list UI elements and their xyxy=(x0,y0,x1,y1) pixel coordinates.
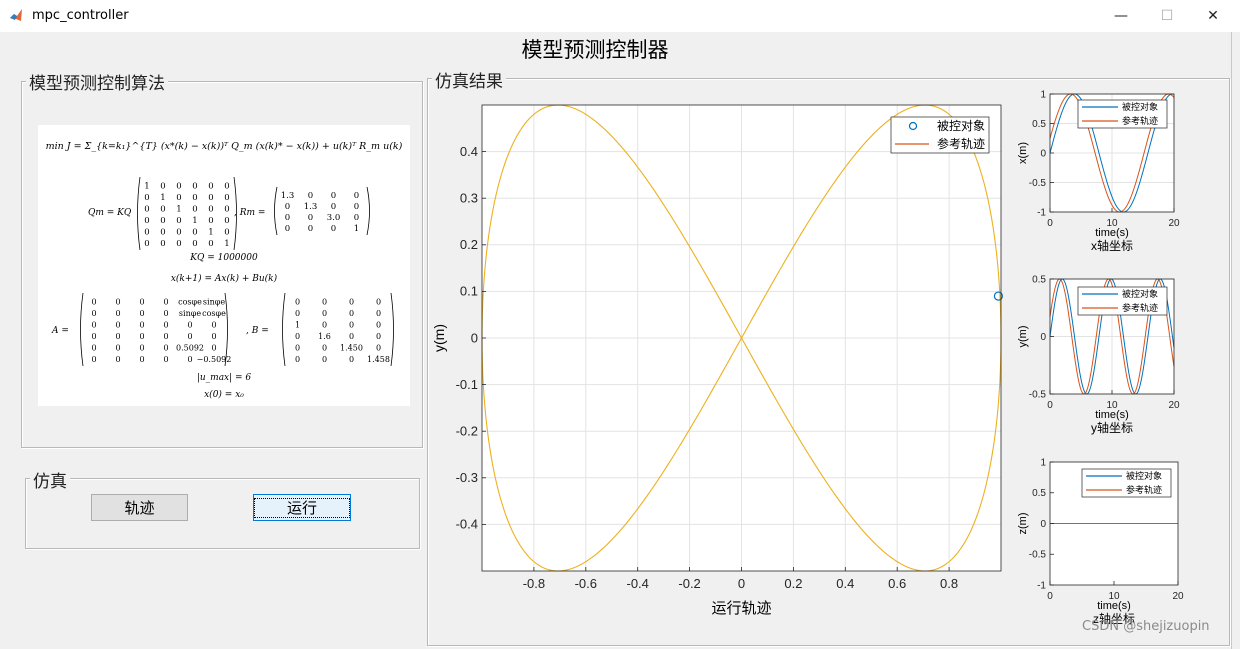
y-tick-label: 0.1 xyxy=(460,284,478,299)
y-tick-label: -1 xyxy=(1037,580,1046,591)
x-tick-label: 0.8 xyxy=(940,576,958,591)
csdn-watermark: CSDN @shejizuopin xyxy=(1082,619,1210,634)
x-tick-label: 20 xyxy=(1168,218,1180,229)
y-tick-label: 0.4 xyxy=(460,144,478,159)
legend-label: 被控对象 xyxy=(1126,470,1162,481)
legend-label: 参考轨迹 xyxy=(1122,302,1158,313)
x-tick-label: 0.4 xyxy=(836,576,854,591)
y-tick-label: 0.5 xyxy=(1032,119,1046,130)
x-tick-label: 0 xyxy=(1047,400,1053,411)
y-tick-label: 0 xyxy=(1040,148,1046,159)
x-tick-label: 0 xyxy=(1047,218,1053,229)
y-tick-label: 0.3 xyxy=(460,191,478,206)
x-axis-label: 运行轨迹 xyxy=(711,600,771,617)
y-tick-label: 1 xyxy=(1040,89,1046,100)
x-tick-label: 0 xyxy=(738,576,745,591)
y-tick-label: -0.3 xyxy=(456,470,478,485)
subplot-title: x轴坐标 xyxy=(1091,238,1133,253)
y-tick-label: 0 xyxy=(471,330,478,345)
y-tick-label: 0.5 xyxy=(1032,488,1046,499)
y-tick-label: -1 xyxy=(1037,207,1046,218)
legend-label: 被控对象 xyxy=(1122,288,1158,299)
y-tick-label: -0.1 xyxy=(456,377,478,392)
y-tick-label: 1 xyxy=(1040,457,1046,468)
subplot-title: y轴坐标 xyxy=(1091,420,1133,435)
legend-label: 参考轨迹 xyxy=(1126,484,1162,495)
y-axis-label: y(m) xyxy=(1017,326,1029,348)
x-tick-label: 20 xyxy=(1172,591,1184,602)
y-tick-label: -0.4 xyxy=(456,517,478,532)
y-axis-label: z(m) xyxy=(1017,513,1029,535)
x-tick-label: -0.2 xyxy=(678,576,700,591)
legend-label: 被控对象 xyxy=(1122,101,1158,112)
y-tick-label: -0.5 xyxy=(1029,550,1047,561)
y-tick-label: 0.5 xyxy=(1032,274,1046,285)
x-tick-label: 0.2 xyxy=(784,576,802,591)
y-tick-label: -0.5 xyxy=(1029,178,1047,189)
x-tick-label: -0.4 xyxy=(626,576,648,591)
legend-label: 参考轨迹 xyxy=(1122,115,1158,126)
x-tick-label: -0.6 xyxy=(575,576,597,591)
legend-label: 被控对象 xyxy=(937,119,985,133)
y-tick-label: 0 xyxy=(1040,519,1046,530)
x-axis-label: time(s) xyxy=(1097,600,1131,612)
x-tick-label: 0.6 xyxy=(888,576,906,591)
y-axis-label: x(m) xyxy=(1017,142,1029,164)
y-tick-label: 0.2 xyxy=(460,237,478,252)
x-axis-label: time(s) xyxy=(1095,409,1129,421)
x-tick-label: 0 xyxy=(1047,591,1053,602)
x-axis-label: time(s) xyxy=(1095,227,1129,239)
results-plots: -0.8 -0.6 -0.4 -0.2 0 0.2 0.4 0.6 0.8 0.4 0.3 0.2 0.… xyxy=(431,89,1184,626)
x-tick-label: -0.8 xyxy=(523,576,545,591)
y-axis-label: y(m) xyxy=(431,324,447,352)
y-tick-label: 0 xyxy=(1040,332,1046,343)
y-tick-label: -0.2 xyxy=(456,424,478,439)
y-tick-label: -0.5 xyxy=(1029,389,1047,400)
x-tick-label: 20 xyxy=(1168,400,1180,411)
legend-label: 参考轨迹 xyxy=(937,136,985,151)
